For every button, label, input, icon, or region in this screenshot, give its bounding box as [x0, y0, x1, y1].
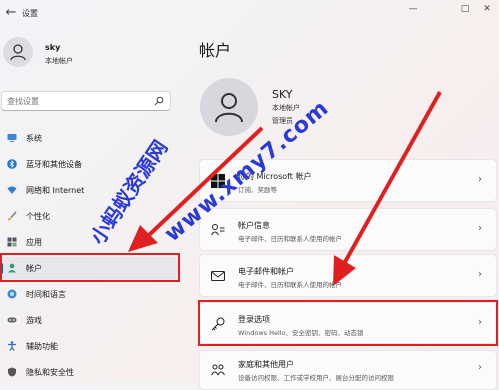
arrow-to-sign-in: [333, 91, 442, 286]
annotation-arrows: [128, 91, 442, 286]
